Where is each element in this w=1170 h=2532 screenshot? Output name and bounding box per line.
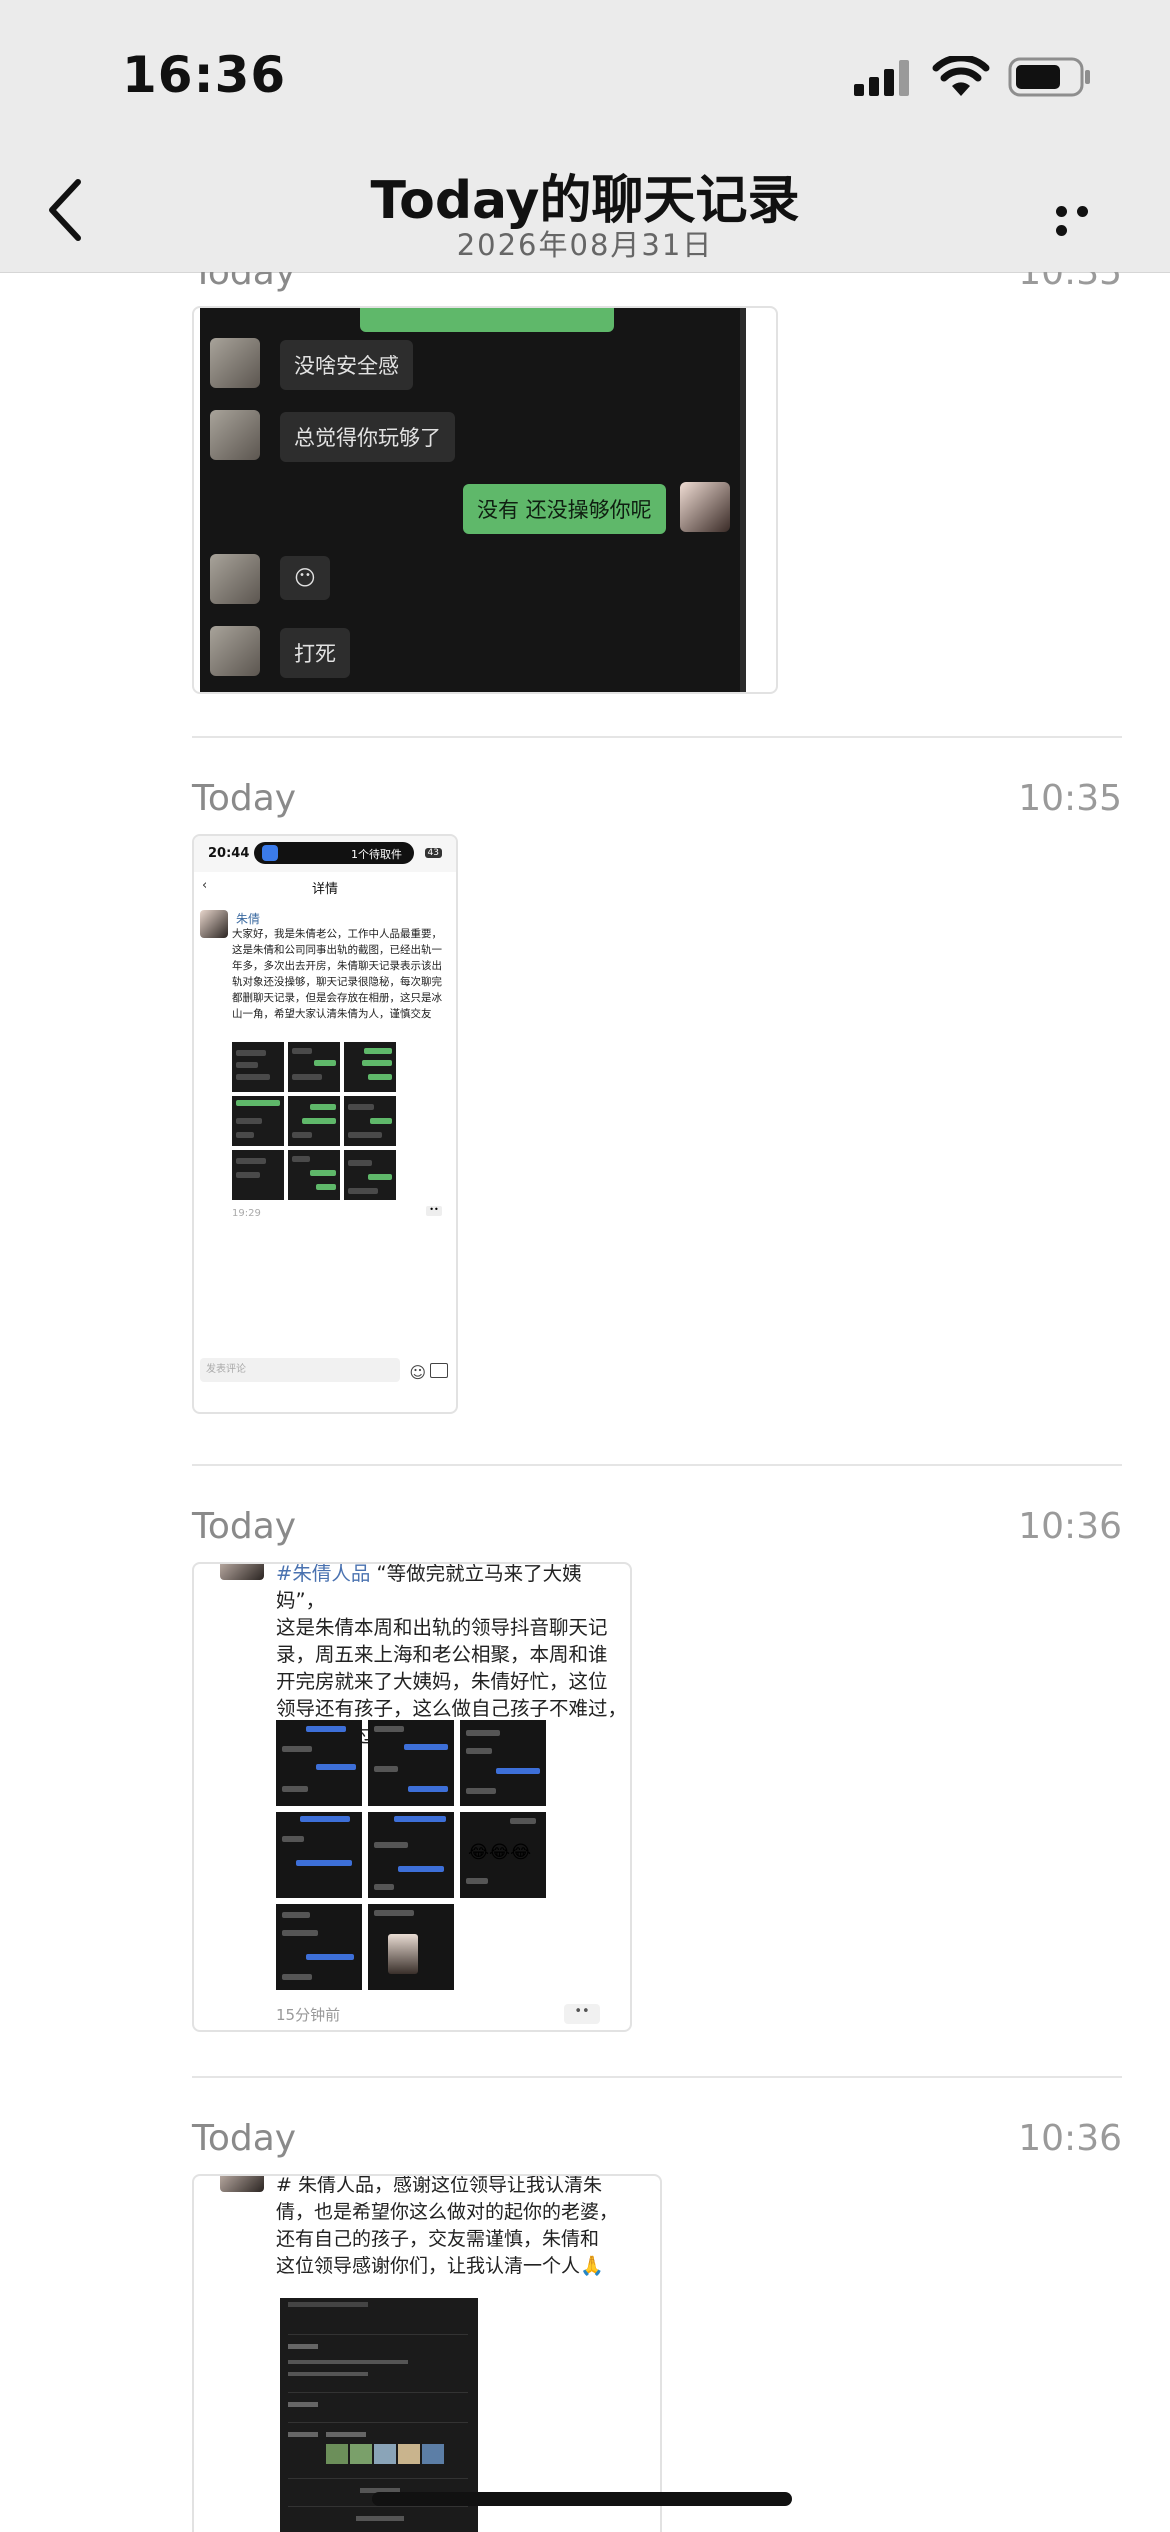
chat-bubble-self: 没有 还没操够你呢 [463, 484, 666, 534]
phone-dynamic-island: 1个待取件 [254, 842, 414, 864]
phone-status-bar: 20:44 1个待取件 43 [194, 836, 456, 872]
status-bar: 16:36 [0, 0, 1170, 130]
phone-image-icon [430, 1363, 448, 1378]
chat-record-list[interactable]: Today 10:35 没啥安全感 总觉得你玩够了 没有 还没操够你呢 😶 打死… [0, 272, 1170, 2532]
wifi-icon [932, 56, 990, 96]
record-time: 10:35 [1018, 272, 1122, 293]
post-more-icon: •• [564, 2004, 600, 2024]
self-avatar [680, 482, 730, 532]
phone-battery: 43 [424, 848, 442, 858]
battery-icon [1008, 57, 1090, 97]
divider [192, 736, 1122, 738]
chat-bubble: 总觉得你玩够了 [280, 412, 455, 462]
post-hashtag: #朱倩人品 [276, 1562, 371, 1585]
chat-bubble: 没啥安全感 [280, 340, 413, 390]
phone-page-title: 详情 [311, 882, 338, 897]
phone-post-text: 大家好，我是朱倩老公，工作中人品最重要，这是朱倩和公司同事出轨的截图，已经出轨一… [232, 928, 442, 1020]
post-text: # 朱倩人品，感谢这位领导让我认清朱 倩，也是希望你这么做对的起你的老婆， 还有… [276, 2174, 619, 2280]
record-sender: Today [192, 272, 297, 293]
divider [192, 1464, 1122, 1466]
record-time: 10:36 [1018, 2118, 1122, 2159]
post-time-ago: 15分钟前 [276, 2006, 341, 2024]
phone-post-time: 19:29 [232, 1208, 261, 1219]
divider [192, 2076, 1122, 2078]
contact-avatar [210, 410, 260, 460]
record-time: 10:35 [1018, 778, 1122, 819]
post-line: 领导还有孩子，这么做自己孩子不难过， [276, 1697, 628, 1720]
phone-more-icon: •• [426, 1206, 442, 1216]
post-author-avatar [220, 2176, 264, 2192]
status-time: 16:36 [122, 46, 287, 104]
contact-avatar [210, 338, 260, 388]
post-line: 倩，也是希望你这么做对的起你的老婆， [276, 2201, 619, 2223]
home-indicator[interactable] [372, 2492, 792, 2506]
social-post-image[interactable]: #朱倩人品 “等做完就立马来了大姨妈”， 这是朱倩本周和出轨的领导抖音聊天记 录… [192, 1562, 632, 2032]
more-options-icon[interactable] [1056, 202, 1116, 236]
record-sender: Today [192, 1506, 297, 1547]
chat-bubble: 打死 [280, 628, 350, 678]
chat-bubble: 😶 [280, 556, 330, 600]
contact-avatar [210, 626, 260, 676]
record-sender: Today [192, 2118, 297, 2159]
post-line: 这是朱倩本周和出轨的领导抖音聊天记 [276, 1616, 608, 1639]
phone-screenshot-image[interactable]: 20:44 1个待取件 43 ‹ 详情 朱倩 大家好，我是朱倩老公，工作中人品最… [192, 834, 458, 1414]
phone-island-text: 1个待取件 [351, 848, 402, 861]
phone-time: 20:44 [208, 846, 250, 861]
phone-emoji-icon: ☺ [409, 1363, 426, 1382]
contact-avatar [210, 554, 260, 604]
chat-screenshot-image[interactable]: 没啥安全感 总觉得你玩够了 没有 还没操够你呢 😶 打死 [192, 306, 778, 694]
phone-author-avatar [200, 910, 228, 938]
post-line: 还有自己的孩子，交友需谨慎，朱倩和 [276, 2228, 600, 2250]
record-time: 10:36 [1018, 1506, 1122, 1547]
phone-author-name: 朱倩 [236, 912, 261, 926]
post-line: # 朱倩人品，感谢这位领导让我认清朱 [276, 2174, 602, 2196]
post-author-avatar [220, 1564, 264, 1580]
post-line: 录，周五来上海和老公相聚，本周和谁 [276, 1643, 608, 1666]
dark-chat-screenshot: 没啥安全感 总觉得你玩够了 没有 还没操够你呢 😶 打死 [200, 308, 746, 692]
cellular-signal-icon [854, 60, 909, 96]
nav-bar: Today的聊天记录 2026年08月31日 [0, 130, 1170, 273]
social-post-image[interactable]: # 朱倩人品，感谢这位领导让我认清朱 倩，也是希望你这么做对的起你的老婆， 还有… [192, 2174, 662, 2532]
record-sender: Today [192, 778, 297, 819]
chat-bubble-partial [360, 308, 614, 332]
post-line: 开完房就来了大姨妈，朱倩好忙，这位 [276, 1670, 608, 1693]
page-subtitle: 2026年08月31日 [456, 228, 714, 262]
phone-comment-input: 发表评论 [200, 1358, 400, 1382]
post-line: 这位领导感谢你们，让我认清一个人🙏 [276, 2255, 604, 2277]
